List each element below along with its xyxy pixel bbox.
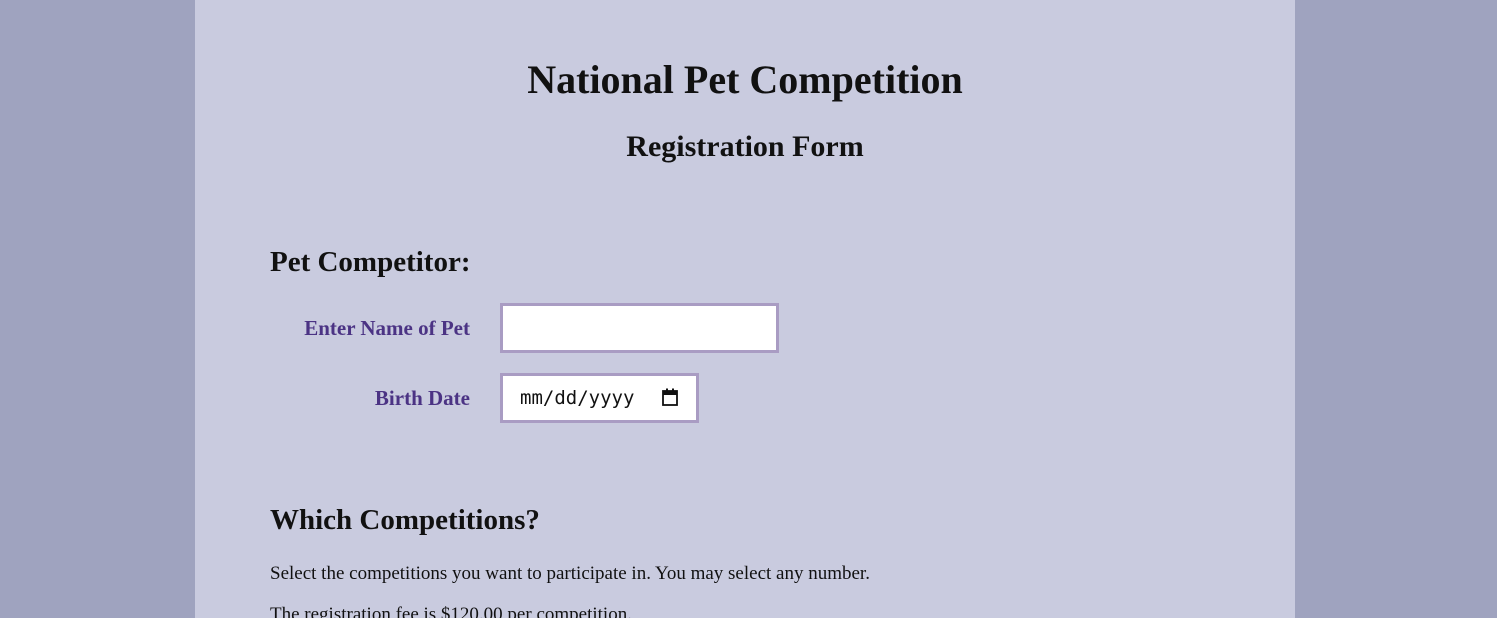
calendar-icon[interactable] <box>662 388 678 406</box>
birth-date-label: Birth Date <box>374 386 470 410</box>
birth-date-input[interactable]: mm/dd/yyyy <box>500 373 699 423</box>
competitions-section-heading: Which Competitions? <box>270 504 540 536</box>
pet-section-heading: Pet Competitor: <box>270 246 471 278</box>
registration-fee-text: The registration fee is $120.00 per comp… <box>270 604 632 618</box>
form-container: National Pet Competition Registration Fo… <box>195 0 1295 618</box>
pet-name-label: Enter Name of Pet <box>304 316 470 340</box>
competitions-instructions: Select the competitions you want to part… <box>270 563 870 584</box>
page-subtitle: Registration Form <box>626 130 864 163</box>
pet-name-input[interactable] <box>500 303 779 353</box>
birth-date-placeholder: mm/dd/yyyy <box>520 387 635 409</box>
page-title: National Pet Competition <box>527 57 963 102</box>
